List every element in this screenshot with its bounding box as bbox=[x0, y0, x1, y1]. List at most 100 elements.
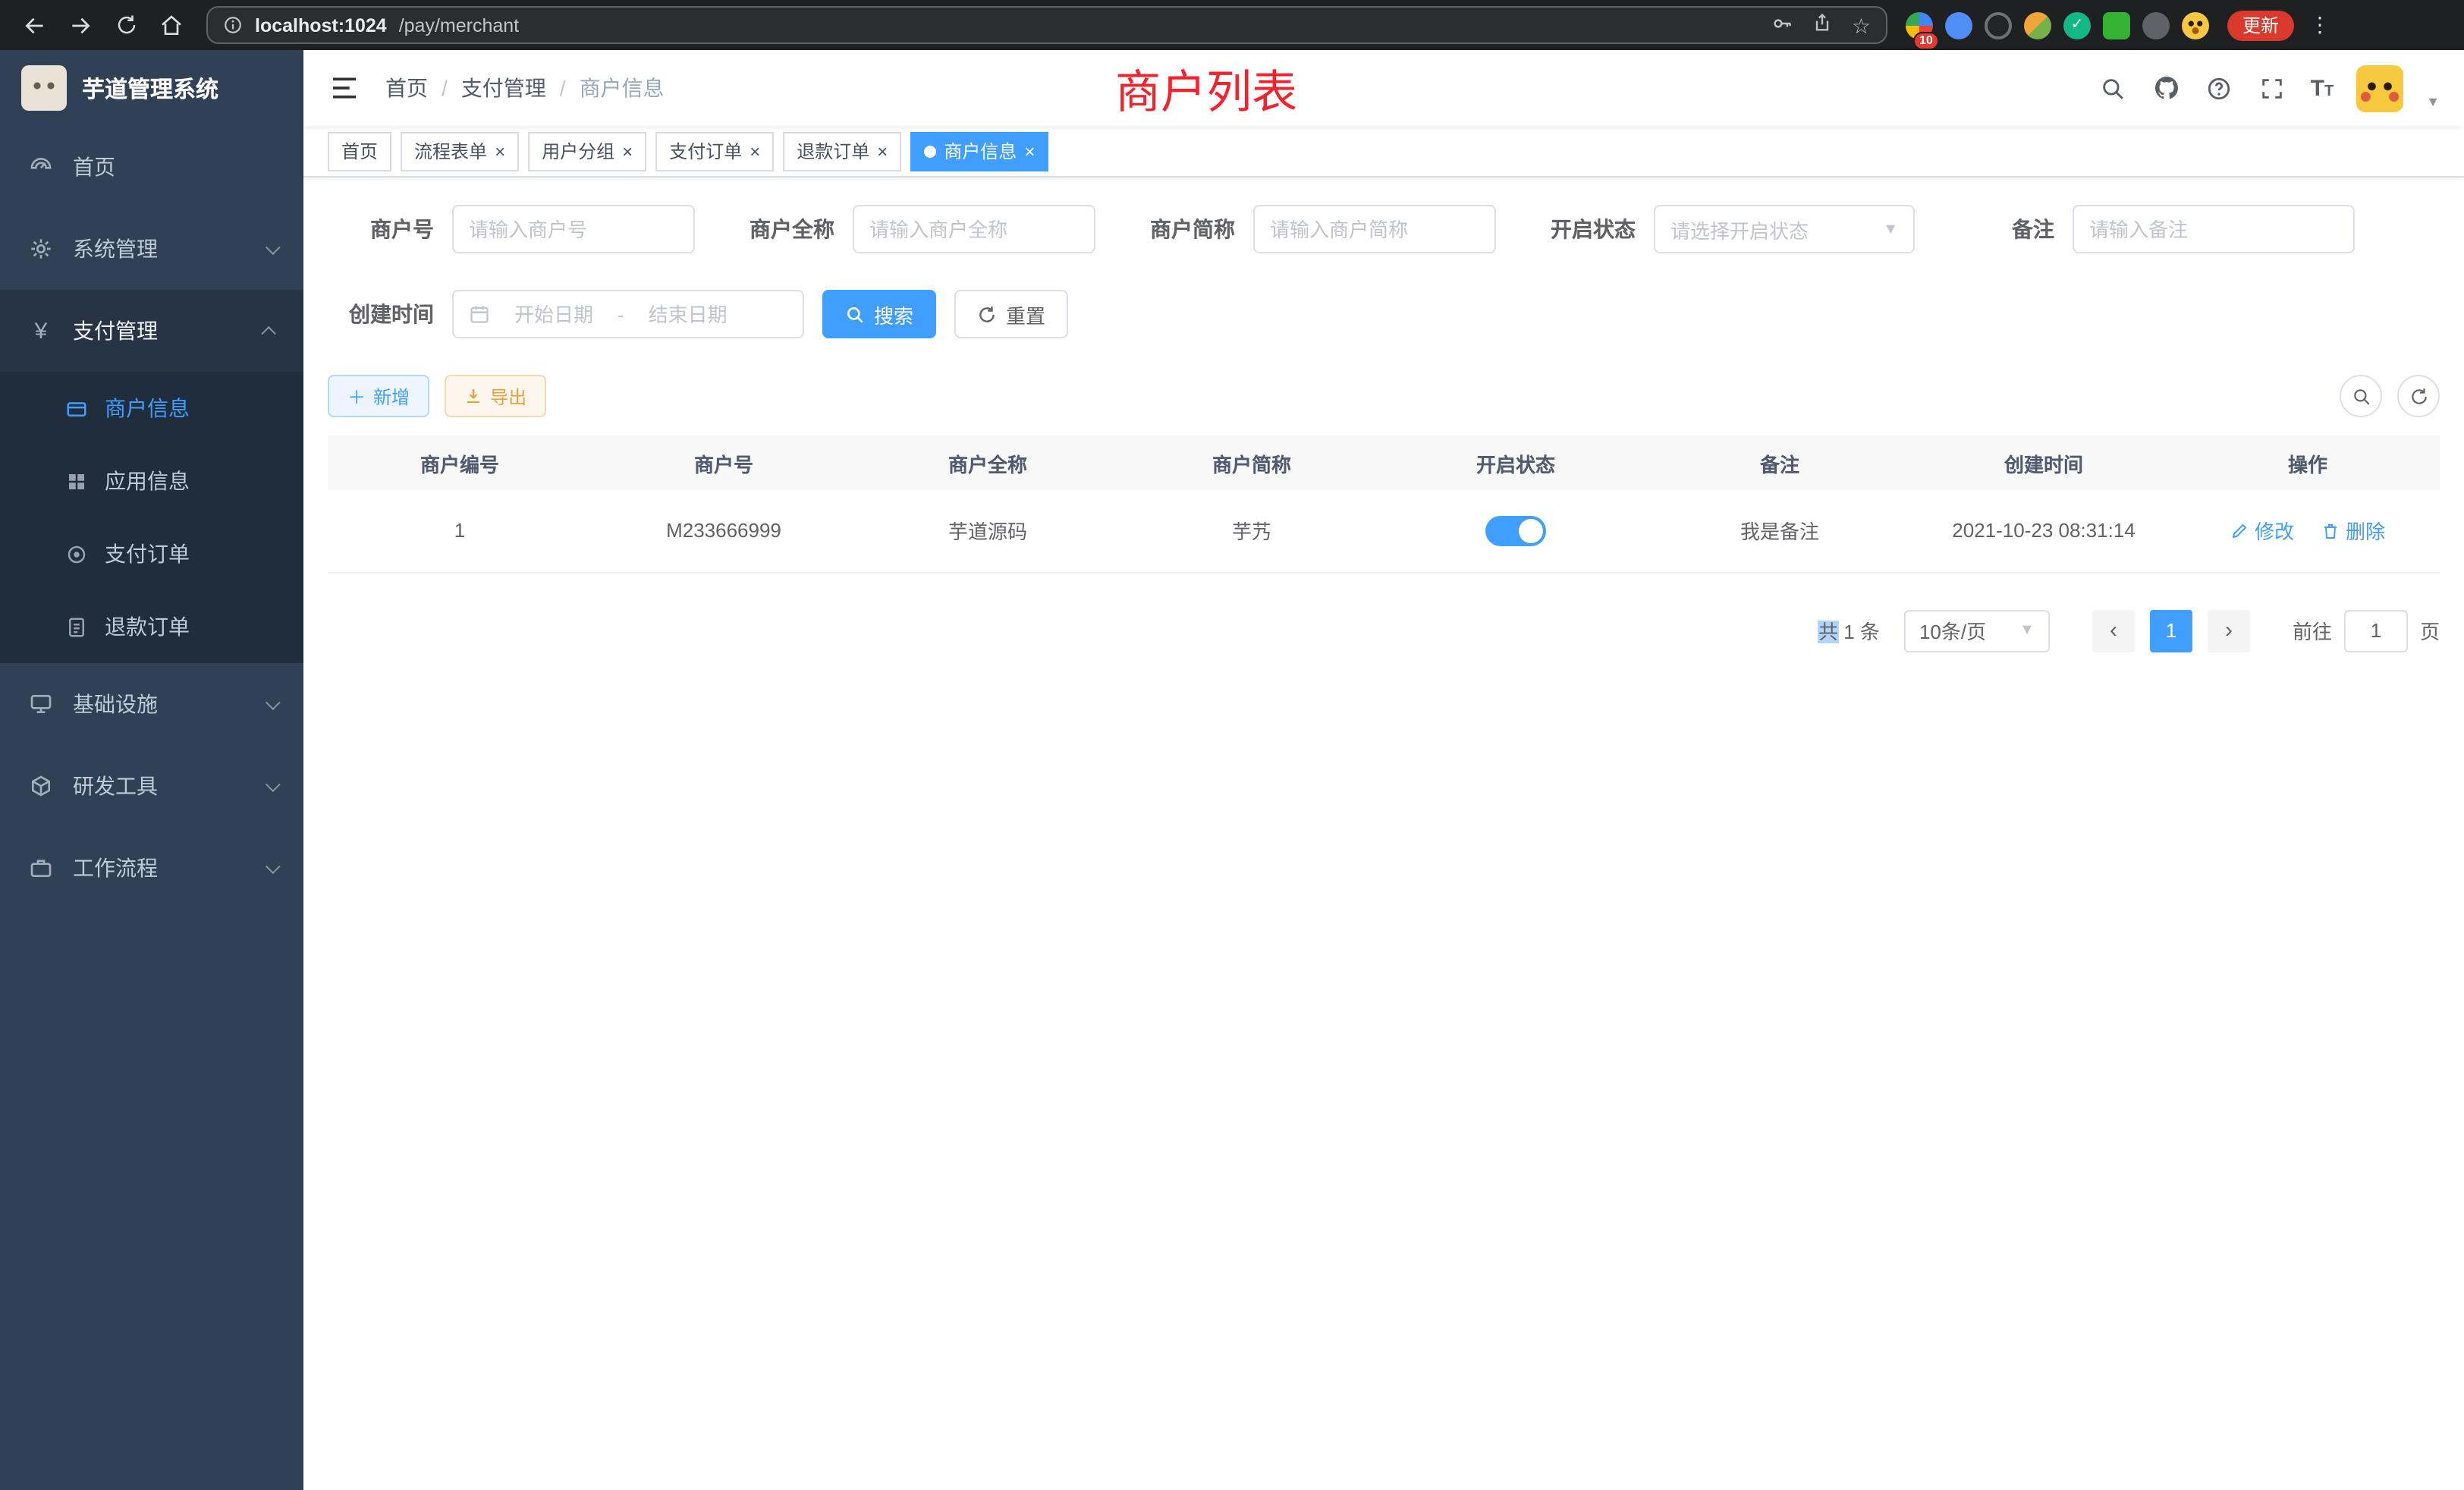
browser-reload-icon[interactable] bbox=[106, 5, 146, 45]
browser-extension-icon[interactable] bbox=[2024, 11, 2051, 39]
password-key-icon[interactable] bbox=[1771, 11, 1794, 39]
create-time-range-picker[interactable]: - bbox=[452, 290, 804, 338]
status-toggle[interactable] bbox=[1485, 516, 1546, 546]
browser-extension-icon[interactable] bbox=[2182, 11, 2209, 39]
download-icon bbox=[464, 387, 482, 405]
app-logo: 芋道管理系统 bbox=[0, 50, 303, 126]
sidebar-item-label: 支付管理 bbox=[73, 316, 158, 346]
prev-page-button[interactable]: ‹ bbox=[2092, 609, 2135, 652]
tab-merchant-info[interactable]: 商户信息 × bbox=[910, 131, 1048, 171]
close-icon[interactable]: × bbox=[877, 142, 888, 160]
logo-avatar bbox=[21, 65, 67, 111]
browser-menu-icon[interactable]: ⋮ bbox=[2309, 12, 2330, 38]
sidebar-item-pay-order[interactable]: 支付订单 bbox=[0, 517, 303, 590]
merchant-no-input[interactable] bbox=[452, 205, 695, 253]
sidebar-item-workflow[interactable]: 工作流程 bbox=[0, 827, 303, 909]
refresh-icon[interactable] bbox=[2397, 375, 2440, 417]
close-icon[interactable]: × bbox=[1024, 142, 1035, 160]
user-avatar[interactable] bbox=[2356, 64, 2403, 112]
sidebar-item-merchant-info[interactable]: 商户信息 bbox=[0, 372, 303, 445]
add-button[interactable]: ＋ 新增 bbox=[328, 375, 429, 417]
search-icon[interactable] bbox=[2098, 73, 2129, 103]
document-icon bbox=[64, 614, 90, 640]
delete-link[interactable]: 删除 bbox=[2321, 517, 2385, 545]
bookmark-star-icon[interactable]: ☆ bbox=[1852, 14, 1871, 36]
close-icon[interactable]: × bbox=[495, 142, 505, 160]
browser-extension-icon[interactable] bbox=[2103, 11, 2130, 39]
goto-label: 前往 bbox=[2293, 616, 2332, 645]
site-info-icon[interactable] bbox=[223, 15, 243, 35]
cell-merchant-no: M233666999 bbox=[592, 490, 856, 572]
cell-create-time: 2021-10-23 08:31:14 bbox=[1912, 490, 2176, 572]
merchant-name-input[interactable] bbox=[853, 205, 1095, 253]
tab-refund-order[interactable]: 退款订单 × bbox=[783, 131, 901, 171]
browser-extension-icon[interactable]: ✓ bbox=[2063, 11, 2091, 39]
delete-link-label: 删除 bbox=[2346, 517, 2385, 545]
pagination-total: 共 1 条 bbox=[1818, 616, 1880, 645]
sidebar-item-devtools[interactable]: 研发工具 bbox=[0, 745, 303, 827]
table-row: 1 M233666999 芋道源码 芋艿 我是备注 2021-10-23 08:… bbox=[328, 490, 2440, 572]
target-icon bbox=[64, 541, 90, 567]
help-icon[interactable] bbox=[2205, 73, 2235, 103]
sidebar-item-app-info[interactable]: 应用信息 bbox=[0, 445, 303, 517]
tab-pay-order[interactable]: 支付订单 × bbox=[655, 131, 774, 171]
avatar-dropdown-caret-icon[interactable]: ▼ bbox=[2426, 95, 2440, 112]
sidebar-item-label: 支付订单 bbox=[105, 539, 190, 569]
browser-home-icon[interactable] bbox=[152, 5, 191, 45]
next-page-button[interactable]: › bbox=[2208, 609, 2250, 652]
font-size-icon[interactable]: TT bbox=[2311, 75, 2334, 101]
sidebar-item-payment[interactable]: ¥ 支付管理 bbox=[0, 290, 303, 372]
payment-submenu: 商户信息 应用信息 支付订单 bbox=[0, 372, 303, 663]
close-icon[interactable]: × bbox=[750, 142, 760, 160]
fullscreen-icon[interactable] bbox=[2258, 73, 2288, 103]
sidebar-item-infrastructure[interactable]: 基础设施 bbox=[0, 663, 303, 745]
tab-user-group[interactable]: 用户分组 × bbox=[528, 131, 646, 171]
sidebar-item-label: 基础设施 bbox=[73, 689, 158, 719]
browser-forward-icon[interactable] bbox=[61, 5, 100, 45]
hamburger-icon[interactable] bbox=[328, 71, 361, 105]
app-navbar: 首页 / 支付管理 / 商户信息 商户列表 bbox=[303, 50, 2464, 126]
show-search-toggle-icon[interactable] bbox=[2340, 375, 2382, 417]
search-button[interactable]: 搜索 bbox=[822, 290, 936, 338]
merchant-short-input[interactable] bbox=[1253, 205, 1496, 253]
reset-button-label: 重置 bbox=[1006, 300, 1045, 328]
gear-icon bbox=[27, 235, 55, 262]
dashboard-icon bbox=[27, 153, 55, 181]
url-bar[interactable]: localhost:1024/pay/merchant ☆ bbox=[206, 6, 1887, 44]
sidebar-item-system[interactable]: 系统管理 bbox=[0, 208, 303, 290]
col-header: 商户简称 bbox=[1120, 435, 1384, 490]
tab-label: 流程表单 bbox=[414, 138, 487, 164]
page-number-active[interactable]: 1 bbox=[2150, 609, 2192, 652]
chrome-update-button[interactable]: 更新 bbox=[2227, 10, 2294, 40]
sidebar-item-refund-order[interactable]: 退款订单 bbox=[0, 590, 303, 663]
sidebar-item-label: 研发工具 bbox=[73, 771, 158, 801]
cell-remark: 我是备注 bbox=[1648, 490, 1912, 572]
edit-link-label: 修改 bbox=[2255, 517, 2294, 545]
share-icon[interactable] bbox=[1812, 12, 1834, 38]
browser-extension-icon[interactable] bbox=[1945, 11, 1972, 39]
browser-extension-icon[interactable] bbox=[2142, 11, 2170, 39]
edit-link[interactable]: 修改 bbox=[2230, 517, 2294, 545]
tab-home[interactable]: 首页 bbox=[328, 131, 391, 171]
start-date-input[interactable] bbox=[499, 303, 608, 325]
sidebar: 芋道管理系统 首页 系统管理 ¥ 支付管理 bbox=[0, 50, 303, 1490]
reset-button[interactable]: 重置 bbox=[954, 290, 1068, 338]
extensions-icon[interactable]: 10 bbox=[1906, 11, 1933, 39]
breadcrumb-home[interactable]: 首页 bbox=[385, 73, 428, 103]
breadcrumb-payment[interactable]: 支付管理 bbox=[461, 73, 546, 103]
extension-badge: 10 bbox=[1913, 31, 1939, 49]
remark-input[interactable] bbox=[2073, 205, 2355, 253]
status-select[interactable]: 请选择开启状态 ▼ bbox=[1654, 205, 1915, 253]
page-size-select[interactable]: 10条/页 ▼ bbox=[1904, 609, 2050, 652]
browser-back-icon[interactable] bbox=[15, 5, 55, 45]
date-range-separator: - bbox=[618, 303, 624, 325]
close-icon[interactable]: × bbox=[622, 142, 633, 160]
chevron-down-icon bbox=[266, 694, 281, 709]
github-icon[interactable] bbox=[2151, 73, 2182, 103]
tab-process-form[interactable]: 流程表单 × bbox=[401, 131, 519, 171]
sidebar-item-home[interactable]: 首页 bbox=[0, 126, 303, 208]
end-date-input[interactable] bbox=[633, 303, 743, 325]
goto-page-input[interactable] bbox=[2344, 609, 2408, 652]
browser-extension-icon[interactable] bbox=[1985, 11, 2012, 39]
export-button[interactable]: 导出 bbox=[445, 375, 546, 417]
